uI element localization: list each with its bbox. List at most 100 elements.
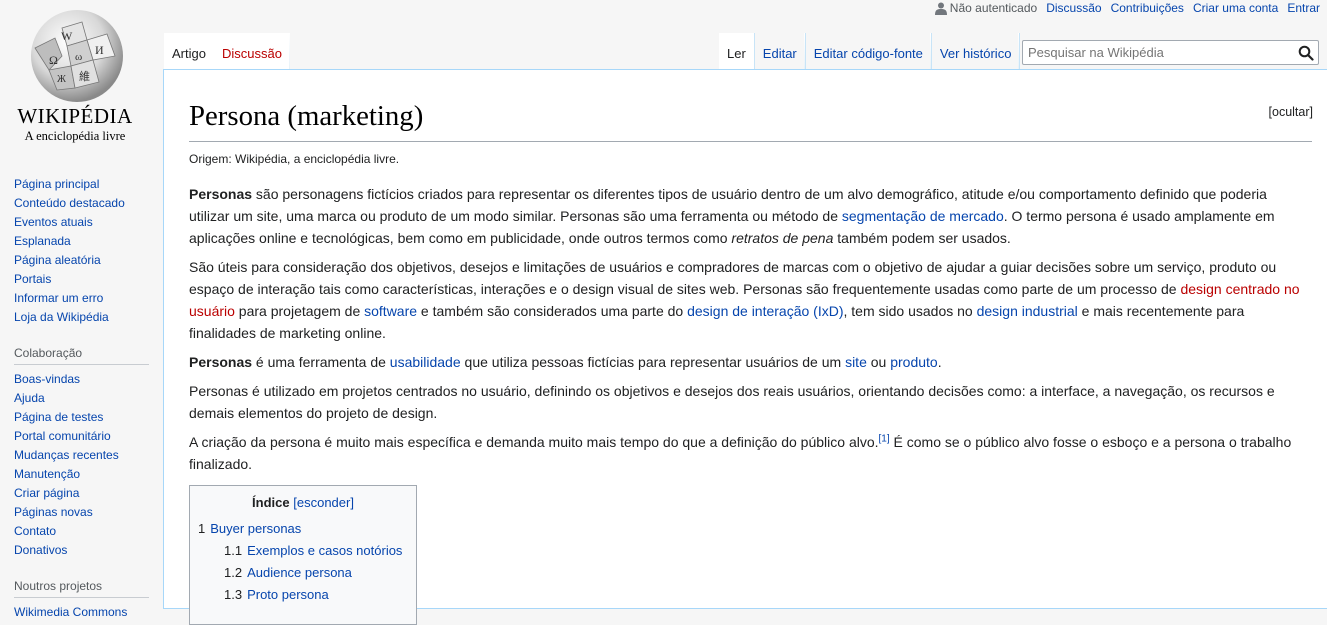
paragraph-5: A criação da persona é muito mais especí… — [189, 431, 1309, 475]
search-input[interactable] — [1026, 41, 1296, 64]
paragraph-2: São úteis para consideração dos objetivo… — [189, 256, 1309, 344]
svg-text:W: W — [61, 29, 73, 43]
text-italic: retratos de pena — [731, 230, 834, 246]
link-software[interactable]: software — [364, 303, 417, 319]
tab-edit-source[interactable]: Editar código-fonte — [805, 33, 932, 70]
toc-item-link[interactable]: Buyer personas — [210, 521, 301, 536]
sidebar-item-maintenance[interactable]: Manutenção — [14, 467, 80, 481]
sidebar-item-welcome[interactable]: Boas-vindas — [14, 372, 80, 386]
wikipedia-globe-icon: W Ω И ω 維 Ж — [31, 10, 123, 102]
sidebar-item-sandbox[interactable]: Página de testes — [14, 410, 103, 424]
content-area: Persona (marketing) [ocultar] Origem: Wi… — [163, 69, 1327, 625]
toc-item-link[interactable]: Proto persona — [247, 587, 329, 602]
sidebar-item-random-page[interactable]: Página aleatória — [14, 253, 101, 267]
personal-link-login[interactable]: Entrar — [1287, 1, 1320, 15]
link-industrial-design[interactable]: design industrial — [977, 303, 1078, 319]
article-body: Personas são personagens fictícios criad… — [189, 183, 1309, 482]
toc-toggle-link[interactable]: [esconder] — [293, 495, 354, 510]
svg-text:Ω: Ω — [49, 53, 58, 67]
site-subtitle: Origem: Wikipédia, a enciclopédia livre. — [189, 152, 400, 166]
svg-text:維: 維 — [79, 70, 90, 83]
link-market-segmentation[interactable]: segmentação de mercado — [842, 208, 1004, 224]
personal-link-discussion[interactable]: Discussão — [1046, 1, 1101, 15]
tab-read[interactable]: Ler — [719, 33, 755, 70]
view-tabs: Ler Editar Editar código-fonte Ver histó… — [719, 33, 1021, 70]
toc-item[interactable]: 1.1 Exemplos e casos notórios — [224, 540, 416, 562]
logo-tagline: A enciclopédia livre — [24, 129, 126, 143]
tab-edit[interactable]: Editar — [754, 33, 806, 70]
tab-article[interactable]: Artigo — [164, 33, 214, 70]
sidebar-item-featured-content[interactable]: Conteúdo destacado — [14, 196, 125, 210]
toc-item-number: 1.1 — [224, 543, 243, 558]
text-span: , tem sido usados no — [843, 303, 977, 319]
link-usability[interactable]: usabilidade — [390, 354, 461, 370]
term-bold: Personas — [189, 354, 253, 370]
svg-text:Ж: Ж — [57, 74, 66, 85]
user-status-label: Não autenticado — [949, 1, 1038, 15]
text-span: ou — [866, 354, 891, 370]
page-title: Persona (marketing) — [189, 100, 424, 132]
toc-header: Índice [esconder] — [190, 495, 416, 510]
text-span: e também são considerados uma parte do — [417, 303, 688, 319]
sidebar: Página principal Conteúdo destacado Even… — [14, 176, 149, 623]
tab-view-history-label: Ver histórico — [939, 46, 1012, 61]
sidebar-item-contact[interactable]: Contato — [14, 524, 56, 538]
sidebar-item-village-pump[interactable]: Esplanada — [14, 234, 71, 248]
toc-item-number: 1.3 — [224, 587, 243, 602]
tab-discussion-label: Discussão — [221, 46, 282, 61]
term-bold: Personas — [189, 186, 253, 202]
text-span: A criação da persona é muito mais especí… — [189, 434, 879, 450]
sidebar-item-donate[interactable]: Donativos — [14, 543, 67, 557]
toc-title: Índice — [252, 495, 290, 510]
tab-edit-source-label: Editar código-fonte — [813, 46, 923, 61]
namespace-tabs: Artigo Discussão — [164, 33, 290, 70]
sidebar-item-portals[interactable]: Portais — [14, 272, 51, 286]
text-span: também podem ser usados. — [833, 230, 1011, 246]
wikipedia-logo[interactable]: W Ω И ω 維 Ж WIKIPÉDIA A enciclopédia liv… — [0, 0, 160, 160]
sidebar-item-recent-changes[interactable]: Mudanças recentes — [14, 448, 119, 462]
sidebar-item-new-pages[interactable]: Páginas novas — [14, 505, 93, 519]
toc-item[interactable]: 1 Buyer personas — [198, 518, 416, 540]
text-span: é uma ferramenta de — [252, 354, 390, 370]
search-icon[interactable] — [1298, 45, 1314, 61]
text-span: . — [937, 354, 942, 370]
sidebar-item-current-events[interactable]: Eventos atuais — [14, 215, 93, 229]
personal-link-create-account[interactable]: Criar uma conta — [1193, 1, 1278, 15]
personal-link-contributions[interactable]: Contribuições — [1111, 1, 1184, 15]
toc-item-link[interactable]: Audience persona — [247, 565, 352, 580]
personal-tools: Não autenticado Discussão Contribuições … — [934, 0, 1320, 16]
text-span: São úteis para consideração dos objetivo… — [189, 259, 1277, 297]
tab-discussion[interactable]: Discussão — [213, 33, 290, 70]
sidebar-item-report-error[interactable]: Informar um erro — [14, 291, 103, 305]
paragraph-4: Personas é utilizado em projetos centrad… — [189, 383, 1275, 421]
svg-text:ω: ω — [75, 51, 82, 63]
sidebar-heading-collaboration: Colaboração — [14, 346, 149, 365]
sidebar-other-projects: Wikimedia Commons — [14, 604, 149, 623]
toc-item-number: 1 — [198, 521, 206, 536]
reference-link[interactable]: [1] — [879, 433, 890, 444]
sidebar-item-store[interactable]: Loja da Wikipédia — [14, 310, 109, 324]
sidebar-item-create-page[interactable]: Criar página — [14, 486, 79, 500]
link-site[interactable]: site — [845, 354, 867, 370]
toc-list: 1 Buyer personas 1.1 Exemplos e casos notó… — [190, 518, 416, 606]
tab-edit-label: Editar — [762, 46, 797, 61]
text-span: que utiliza pessoas fictícias para repre… — [460, 354, 846, 370]
hide-notice-label: [ocultar] — [1268, 105, 1313, 119]
sidebar-item-wikimedia-commons[interactable]: Wikimedia Commons — [14, 605, 127, 619]
link-product[interactable]: produto — [890, 354, 937, 370]
table-of-contents: Índice [esconder] 1 Buyer personas 1.1 Exe… — [189, 485, 417, 625]
user-icon — [934, 2, 947, 15]
tab-read-label: Ler — [727, 46, 746, 61]
tab-view-history[interactable]: Ver histórico — [931, 33, 1021, 70]
toc-item[interactable]: 1.3 Proto persona — [224, 584, 416, 606]
sidebar-heading-other-projects: Noutros projetos — [14, 579, 149, 598]
user-status: Não autenticado — [934, 1, 1038, 15]
link-interaction-design[interactable]: design de interação (IxD) — [687, 303, 843, 319]
sidebar-item-community-portal[interactable]: Portal comunitário — [14, 429, 111, 443]
hide-notice-link[interactable]: [ocultar] — [1269, 105, 1313, 119]
toc-item-link[interactable]: Exemplos e casos notórios — [247, 543, 402, 558]
toc-item[interactable]: 1.2 Audience persona — [224, 562, 416, 584]
paragraph-1: Personas são personagens fictícios criad… — [189, 183, 1309, 249]
sidebar-item-help[interactable]: Ajuda — [14, 391, 45, 405]
sidebar-item-main-page[interactable]: Página principal — [14, 177, 99, 191]
